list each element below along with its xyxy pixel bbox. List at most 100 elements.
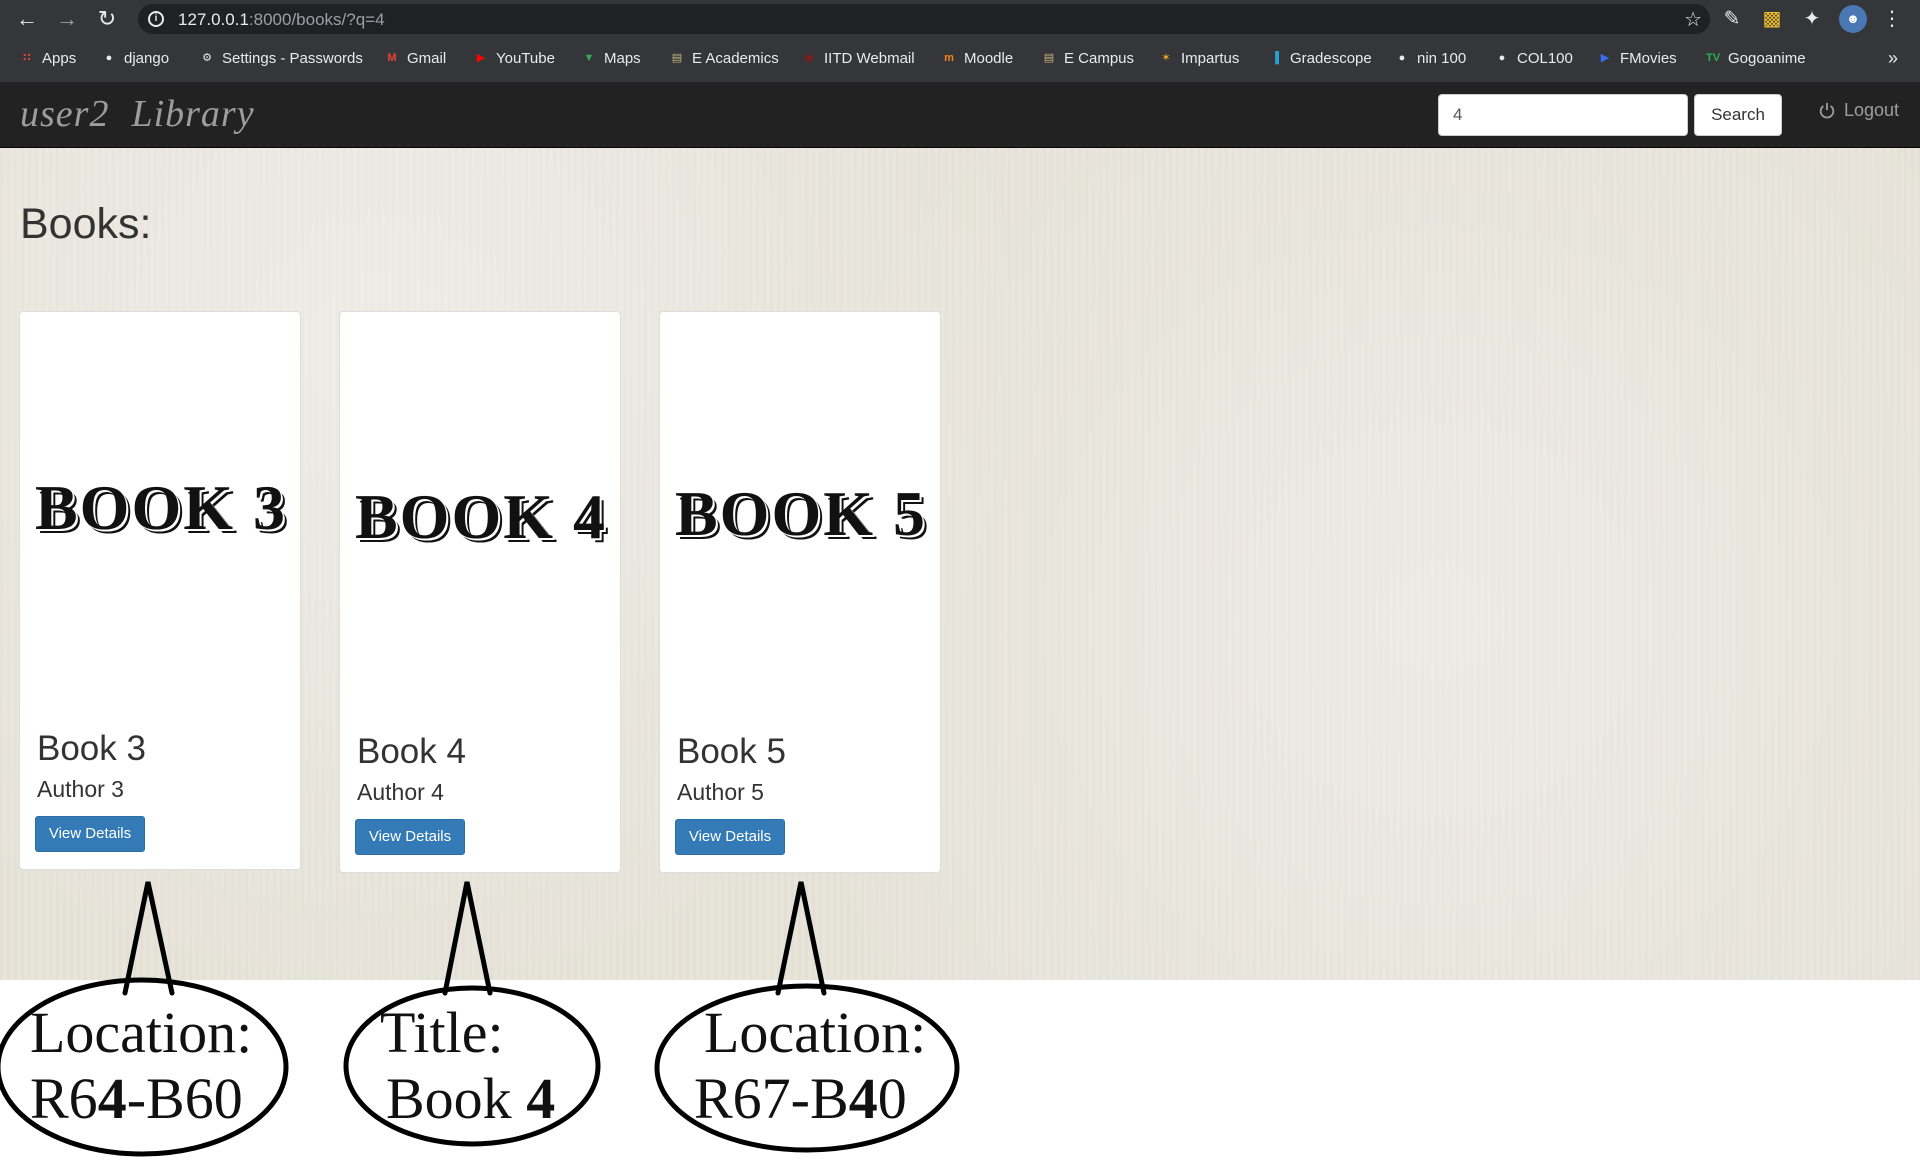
bookmark-label: Apps (42, 49, 77, 67)
bookmark-label: COL100 (1517, 49, 1573, 67)
bookmark-item[interactable]: ▤ E Academics (668, 44, 779, 72)
logout-link[interactable]: Logout (1818, 100, 1899, 121)
bookmark-item[interactable]: ▐ Gradescope (1266, 44, 1372, 72)
book-card: BOOK 3 Book 3 Author 3 View Details (19, 311, 301, 870)
power-icon (1819, 102, 1835, 118)
annotation-label: Location: R67-B40 (694, 1000, 926, 1132)
bookmark-item[interactable]: ▤ E Campus (1040, 44, 1134, 72)
annotation-line: Book 4 (386, 1066, 556, 1131)
bookmark-label: Gmail (407, 49, 447, 67)
annotation-label: Title: Book 4 (380, 1000, 555, 1132)
annotation-line: Location: (704, 1000, 927, 1065)
bookmark-item[interactable]: ● nin 100 (1393, 44, 1467, 72)
search-input[interactable]: 4 (1438, 94, 1688, 136)
impartus-icon: ✶ (1161, 52, 1171, 64)
bookmark-star-icon[interactable]: ☆ (1684, 7, 1702, 32)
bookmark-item[interactable]: ● COL100 (1493, 44, 1573, 72)
brand-logo[interactable]: user2 Library (20, 92, 255, 136)
address-bar[interactable]: i 127.0.0.1:8000/books/?q=4 ☆ (138, 4, 1710, 34)
bookmark-item[interactable]: M Gmail (383, 44, 446, 72)
book-cover-image[interactable]: BOOK 4 (344, 316, 618, 716)
bookmark-item[interactable]: ∷ Apps (18, 44, 76, 72)
colorful-extension-icon[interactable]: ▩ (1758, 5, 1786, 33)
url-path: :8000/books/?q=4 (248, 10, 385, 29)
pencil-extension-icon[interactable]: ✎ (1718, 5, 1746, 33)
book-author: Author 5 (677, 779, 764, 805)
book-title: Book 4 (357, 732, 466, 771)
book-cover-text: BOOK 3 (34, 472, 288, 543)
url-host: 127.0.0.1 (178, 10, 249, 29)
bookmark-label: YouTube (496, 49, 555, 67)
bookmark-item[interactable]: ◉ IITD Webmail (800, 44, 915, 72)
bookmark-item[interactable]: ▼ Maps (580, 44, 641, 72)
annotation-label: Location: R64-B60 (30, 1000, 252, 1132)
browser-toolbar: ← → ↻ i 127.0.0.1:8000/books/?q=4 ☆ ✎ ▩ … (0, 0, 1920, 82)
bookmark-item[interactable]: ✶ Impartus (1157, 44, 1239, 72)
globe-icon: ● (105, 52, 113, 64)
view-details-button[interactable]: View Details (355, 819, 465, 855)
bookmark-item[interactable]: ▶ FMovies (1596, 44, 1677, 72)
book-title: Book 5 (677, 732, 786, 771)
view-details-button[interactable]: View Details (675, 819, 785, 855)
bookmarks-overflow-button[interactable]: » (1888, 44, 1898, 72)
site-info-icon[interactable]: i (148, 11, 164, 27)
maps-pin-icon: ▼ (583, 52, 595, 64)
book-author: Author 4 (357, 779, 444, 805)
annotation-line: R64-B60 (30, 1066, 243, 1131)
kebab-menu-icon[interactable]: ⋮ (1878, 5, 1906, 33)
book-cover-image[interactable]: BOOK 3 (24, 316, 298, 716)
bookmark-item[interactable]: ● django (100, 44, 169, 72)
bookmark-label: E Academics (692, 49, 779, 67)
bookmark-label: IITD Webmail (824, 49, 915, 67)
gmail-icon: M (387, 52, 397, 64)
bookmark-label: django (124, 49, 170, 67)
apps-grid-icon: ∷ (23, 52, 31, 64)
brand-name: Library (131, 93, 255, 135)
globe-icon: ● (1398, 52, 1406, 64)
book-card: BOOK 4 Book 4 Author 4 View Details (339, 311, 621, 873)
document-icon: ▤ (1043, 52, 1055, 64)
bookmark-item[interactable]: ▶ YouTube (472, 44, 555, 72)
page-viewport: user2 Library 4 Search Logout Books: BOOK… (0, 82, 1920, 980)
book-author: Author 3 (37, 776, 124, 802)
logout-label: Logout (1844, 100, 1900, 120)
page-title: Books: (20, 200, 152, 248)
search-button[interactable]: Search (1694, 94, 1782, 136)
globe-icon: ● (1498, 52, 1506, 64)
bookmark-item[interactable]: ⚙ Settings - Passwords (198, 44, 363, 72)
bookmark-label: Impartus (1181, 49, 1240, 67)
play-circle-icon: ▶ (1600, 52, 1610, 64)
bookmark-item[interactable]: m Moodle (940, 44, 1013, 72)
bookmark-label: nin 100 (1417, 49, 1467, 67)
webmail-icon: ◉ (804, 52, 814, 64)
bookmark-label: Settings - Passwords (222, 49, 363, 67)
bookmark-label: Maps (604, 49, 641, 67)
brand-user: user2 (20, 93, 110, 135)
gear-icon: ⚙ (202, 52, 212, 64)
bar-chart-icon: ▐ (1271, 52, 1279, 64)
tv-icon: TV (1705, 52, 1721, 64)
book-cover-image[interactable]: BOOK 5 (664, 316, 938, 716)
view-details-button[interactable]: View Details (35, 816, 145, 852)
forward-arrow-icon[interactable]: → (52, 4, 82, 34)
annotation-line: R67-B40 (694, 1066, 907, 1131)
book-cover-text: BOOK 4 (354, 481, 608, 552)
annotation-line: Title: (380, 1000, 504, 1065)
app-navbar: user2 Library 4 Search Logout (0, 82, 1920, 148)
reload-icon[interactable]: ↻ (92, 4, 122, 34)
annotation-line: Location: (30, 1000, 253, 1065)
bookmark-label: Moodle (964, 49, 1014, 67)
address-url[interactable]: 127.0.0.1:8000/books/?q=4 (178, 10, 385, 30)
bookmark-label: Gogoanime (1728, 49, 1806, 67)
bookmark-label: Gradescope (1290, 49, 1372, 67)
book-cover-text: BOOK 5 (674, 478, 928, 549)
bookmark-item[interactable]: TV Gogoanime (1704, 44, 1806, 72)
puzzle-extensions-icon[interactable]: ✦ (1798, 5, 1826, 33)
bookmarks-bar: ∷ Apps ● django ⚙ Settings - Passwords M Gmail ▶… (0, 44, 1920, 72)
back-arrow-icon[interactable]: ← (12, 4, 42, 34)
profile-avatar-icon[interactable]: ☻ (1839, 5, 1867, 33)
bookmark-label: E Campus (1064, 49, 1135, 67)
document-icon: ▤ (671, 52, 683, 64)
youtube-icon: ▶ (476, 52, 486, 64)
book-card: BOOK 5 Book 5 Author 5 View Details (659, 311, 941, 873)
